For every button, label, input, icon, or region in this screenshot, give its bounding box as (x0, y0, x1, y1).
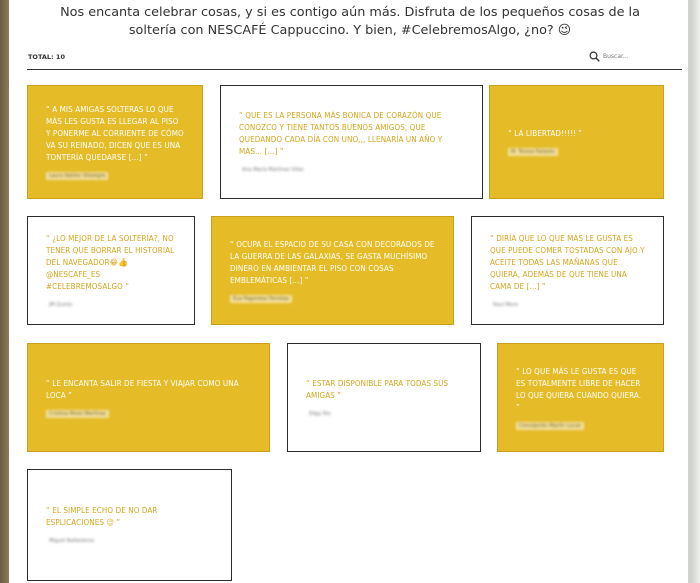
testimonial-card[interactable]: “ ESTAR DISPONIBLE PARA TODAS SUS AMIGAS… (287, 343, 481, 452)
search-icon[interactable] (589, 51, 600, 62)
card-author: Cristina Pérez Martínez (46, 409, 109, 418)
testimonial-card[interactable]: “ LA LIBERTAD!!!!! ” M. Teresa Pallarés (489, 85, 664, 199)
card-author: Ana María Martínez Villar (242, 167, 304, 173)
card-quote: “ ¿LO MEJOR DE LA SOLTERÍA?, NO TENER QU… (46, 233, 175, 291)
card-quote: “ DIRÍA QUE LO QUE MÁS LE GUSTA ES QUE P… (490, 233, 645, 291)
search-input[interactable] (603, 50, 673, 63)
card-quote: “ EL SIMPLE ECHO DE NO DAR ESPLICACIONES… (46, 506, 158, 527)
toolbar: TOTAL: 10 (27, 50, 682, 70)
testimonial-card[interactable]: “ EL SIMPLE ECHO DE NO DAR ESPLICACIONES… (27, 469, 232, 581)
card-quote: “ LO QUE MÁS LE GUSTA ES QUE ES TOTALMEN… (516, 366, 642, 412)
right-frame-edge (688, 0, 691, 583)
page: Nos encanta celebrar cosas, y si es cont… (9, 0, 691, 583)
testimonial-card[interactable]: “ LE ENCANTA SALIR DE FIESTA Y VIAJAR CO… (27, 343, 270, 452)
card-quote: “ LA LIBERTAD!!!!! ” (508, 129, 583, 138)
card-author: Raul Mora (493, 301, 518, 308)
testimonial-card[interactable]: “ DIRÍA QUE LO QUE MÁS LE GUSTA ES QUE P… (471, 216, 664, 325)
card-quote: “ OCUPA EL ESPACIO DE SU CASA CON DECORA… (230, 239, 435, 285)
card-author: Miguel Ballesteros (49, 538, 95, 544)
card-author: Laura Ibáñez Villalegre (46, 172, 109, 180)
card-author: JM Quirós (49, 301, 73, 308)
testimonial-card[interactable]: “ LO QUE MÁS LE GUSTA ES QUE ES TOTALMEN… (497, 343, 664, 452)
testimonial-card[interactable]: “ OCUPA EL ESPACIO DE SU CASA CON DECORA… (211, 216, 454, 325)
card-quote: “ ESTAR DISPONIBLE PARA TODAS SUS AMIGAS… (306, 378, 449, 400)
testimonial-card[interactable]: “ ¿LO MEJOR DE LA SOLTERÍA?, NO TENER QU… (27, 216, 195, 325)
card-author: M. Teresa Pallarés (508, 148, 558, 156)
card-author: Concepción Martín Lucas (516, 421, 584, 430)
page-intro-text: Nos encanta celebrar cosas, y si es cont… (60, 5, 640, 38)
card-quote: “ A MIS AMIGAS SOLTERAS LO QUE MÁS LES G… (46, 105, 184, 162)
card-quote: “ QUE ES LA PERSONA MÁS BONICA DE CORAZÓ… (239, 111, 443, 156)
testimonial-card[interactable]: “ QUE ES LA PERSONA MÁS BONICA DE CORAZÓ… (220, 85, 483, 199)
card-quote: “ LE ENCANTA SALIR DE FIESTA Y VIAJAR CO… (46, 378, 239, 400)
testimonial-card[interactable]: “ A MIS AMIGAS SOLTERAS LO QUE MÁS LES G… (27, 85, 203, 199)
card-author: Eva Pagoneso Ferrotas (230, 294, 292, 303)
card-author: Edgy Rio (309, 410, 331, 417)
total-count: TOTAL: 10 (28, 53, 65, 61)
search-box[interactable] (589, 50, 674, 64)
